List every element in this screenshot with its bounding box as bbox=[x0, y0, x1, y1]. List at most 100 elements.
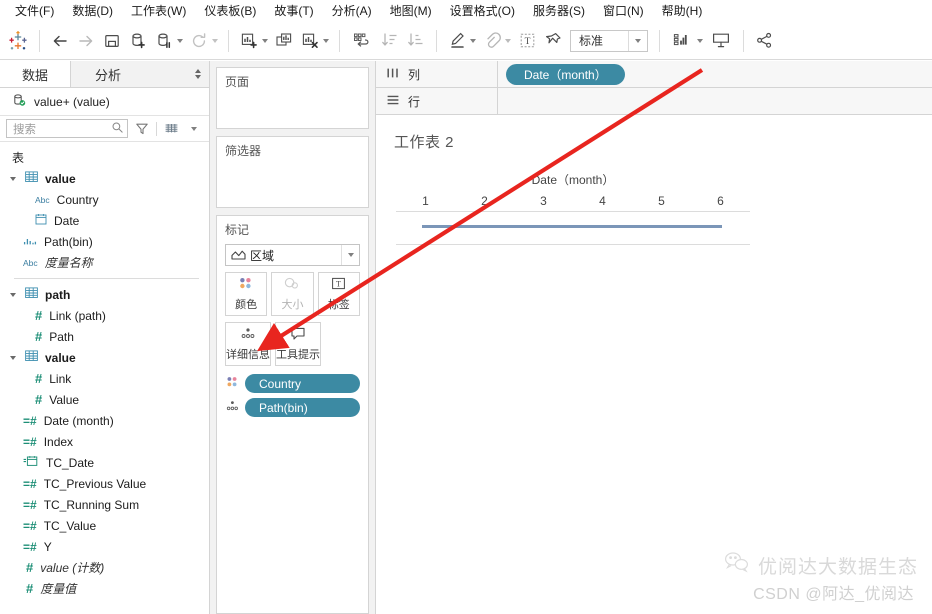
menu-item-story[interactable]: 故事(T) bbox=[265, 0, 322, 21]
columns-pill-date-month[interactable]: Date（month） bbox=[506, 63, 625, 85]
bin-icon bbox=[23, 235, 37, 249]
calculated-number-icon: =# bbox=[23, 413, 37, 428]
mark-type-chevron-down-icon[interactable] bbox=[341, 245, 359, 265]
pages-card[interactable]: 页面 bbox=[216, 67, 369, 129]
calculated-number-icon: =# bbox=[23, 497, 37, 512]
sort-ascending-icon[interactable] bbox=[377, 28, 403, 54]
field-date[interactable]: Date bbox=[0, 210, 209, 231]
sort-descending-icon[interactable] bbox=[403, 28, 429, 54]
field-measure-values[interactable]: # 度量值 bbox=[0, 578, 209, 599]
chart-plot[interactable]: Date（month） 1 2 3 4 5 6 bbox=[390, 171, 750, 245]
menu-item-analysis[interactable]: 分析(A) bbox=[323, 0, 381, 21]
x-axis-ticks: 1 2 3 4 5 6 bbox=[396, 194, 750, 208]
marks-pills: Country Path(bin) bbox=[217, 366, 368, 417]
field-y[interactable]: =# Y bbox=[0, 536, 209, 557]
fit-dropdown[interactable]: 标准 bbox=[570, 29, 648, 52]
filters-card[interactable]: 筛选器 bbox=[216, 136, 369, 208]
field-path-bin[interactable]: Path(bin) bbox=[0, 231, 209, 252]
new-worksheet-icon[interactable] bbox=[236, 28, 262, 54]
calculated-number-icon: =# bbox=[23, 434, 37, 449]
field-group-value-1[interactable]: value bbox=[0, 168, 209, 189]
pause-data-updates-icon[interactable] bbox=[151, 28, 177, 54]
swap-rows-columns-icon[interactable] bbox=[347, 28, 377, 54]
chevron-down-icon[interactable] bbox=[8, 355, 18, 360]
pane-resize-icon[interactable] bbox=[195, 69, 201, 79]
mark-type-dropdown[interactable]: 区域 bbox=[225, 244, 360, 266]
menu-item-dashboard[interactable]: 仪表板(B) bbox=[195, 0, 265, 21]
data-source-row[interactable]: value+ (value) bbox=[0, 88, 209, 116]
show-me-icon[interactable] bbox=[667, 28, 697, 54]
chevron-down-icon[interactable] bbox=[8, 176, 18, 181]
menu-item-server[interactable]: 服务器(S) bbox=[524, 0, 594, 21]
rows-shelf-label: 行 bbox=[408, 94, 421, 109]
area-mark-line[interactable] bbox=[422, 225, 722, 228]
save-icon[interactable] bbox=[99, 28, 125, 54]
calculated-number-icon: =# bbox=[23, 539, 37, 554]
columns-shelf-drop-zone[interactable]: Date（month） bbox=[498, 61, 932, 87]
field-path[interactable]: # Path bbox=[0, 326, 209, 347]
menu-item-file[interactable]: 文件(F) bbox=[6, 0, 63, 21]
marks-tooltip-label: 工具提示 bbox=[276, 349, 320, 361]
rows-shelf-drop-zone[interactable] bbox=[498, 88, 932, 114]
forward-arrow-icon[interactable] bbox=[73, 28, 99, 54]
fix-axes-icon[interactable] bbox=[479, 28, 505, 54]
view-list-icon[interactable] bbox=[162, 119, 180, 139]
detail-icon bbox=[225, 399, 240, 416]
back-arrow-icon[interactable] bbox=[47, 28, 73, 54]
cards-column: 页面 筛选器 标记 区域 颜色 大小 T 标签 详细信息 工具提示 Countr… bbox=[210, 61, 376, 614]
field-tc-date[interactable]: TC_Date bbox=[0, 452, 209, 473]
number-icon: # bbox=[26, 560, 34, 575]
field-value-count[interactable]: # value (计数) bbox=[0, 557, 209, 578]
field-group-label: path bbox=[45, 287, 71, 302]
field-tc-previous-value[interactable]: =# TC_Previous Value bbox=[0, 473, 209, 494]
view-options-chevron-down-icon[interactable] bbox=[185, 119, 203, 139]
duplicate-sheet-icon[interactable] bbox=[271, 28, 297, 54]
worksheet-canvas[interactable]: 工作表 2 Date（month） 1 2 3 4 5 6 bbox=[376, 115, 932, 614]
tooltip-icon bbox=[289, 326, 307, 344]
presentation-mode-icon[interactable] bbox=[706, 28, 736, 54]
refresh-data-source-icon[interactable] bbox=[186, 28, 212, 54]
mark-pill-pathbin[interactable]: Path(bin) bbox=[245, 398, 360, 417]
field-tc-running-sum[interactable]: =# TC_Running Sum bbox=[0, 494, 209, 515]
chevron-down-icon[interactable] bbox=[8, 292, 18, 297]
field-group-path[interactable]: path bbox=[0, 284, 209, 305]
plot-body[interactable] bbox=[396, 211, 750, 245]
field-country[interactable]: Abc Country bbox=[0, 189, 209, 210]
search-input[interactable]: 搜索 bbox=[6, 119, 128, 138]
marks-size-button[interactable]: 大小 bbox=[271, 272, 314, 316]
field-link-path[interactable]: # Link (path) bbox=[0, 305, 209, 326]
pin-icon[interactable] bbox=[540, 28, 566, 54]
menu-item-help[interactable]: 帮助(H) bbox=[653, 0, 712, 21]
field-tc-value[interactable]: =# TC_Value bbox=[0, 515, 209, 536]
field-date-month[interactable]: =# Date (month) bbox=[0, 410, 209, 431]
field-link[interactable]: # Link bbox=[0, 368, 209, 389]
menu-item-format[interactable]: 设置格式(O) bbox=[441, 0, 524, 21]
main-area: 数据 分析 value+ (value) 搜索 表 value Abc Coun… bbox=[0, 61, 932, 614]
marks-detail-button[interactable]: 详细信息 bbox=[225, 322, 271, 366]
search-icon[interactable] bbox=[111, 121, 124, 137]
tableau-logo-icon[interactable] bbox=[6, 28, 32, 54]
tab-analytics-label: 分析 bbox=[95, 67, 122, 83]
clear-sheet-icon[interactable] bbox=[297, 28, 323, 54]
fit-dropdown-chevron-down-icon[interactable] bbox=[628, 30, 647, 51]
field-measure-names[interactable]: Abc 度量名称 bbox=[0, 252, 209, 273]
menu-item-data[interactable]: 数据(D) bbox=[63, 0, 122, 21]
menu-item-worksheet[interactable]: 工作表(W) bbox=[122, 0, 195, 21]
menu-item-map[interactable]: 地图(M) bbox=[381, 0, 441, 21]
field-value[interactable]: # Value bbox=[0, 389, 209, 410]
text-label-icon[interactable]: T bbox=[514, 28, 540, 54]
tab-analytics[interactable]: 分析 bbox=[71, 61, 209, 87]
share-icon[interactable] bbox=[751, 28, 777, 54]
tab-data[interactable]: 数据 bbox=[0, 61, 72, 87]
marks-label-button[interactable]: T 标签 bbox=[317, 272, 360, 316]
marks-tooltip-button[interactable]: 工具提示 bbox=[275, 322, 321, 366]
field-index[interactable]: =# Index bbox=[0, 431, 209, 452]
marks-color-button[interactable]: 颜色 bbox=[225, 272, 268, 316]
marks-card-title: 标记 bbox=[225, 223, 250, 237]
mark-pill-country[interactable]: Country bbox=[245, 374, 360, 393]
menu-item-window[interactable]: 窗口(N) bbox=[594, 0, 653, 21]
new-data-source-icon[interactable] bbox=[125, 28, 151, 54]
filter-icon[interactable] bbox=[133, 119, 151, 139]
highlight-icon[interactable] bbox=[444, 28, 470, 54]
field-group-value-2[interactable]: value bbox=[0, 347, 209, 368]
